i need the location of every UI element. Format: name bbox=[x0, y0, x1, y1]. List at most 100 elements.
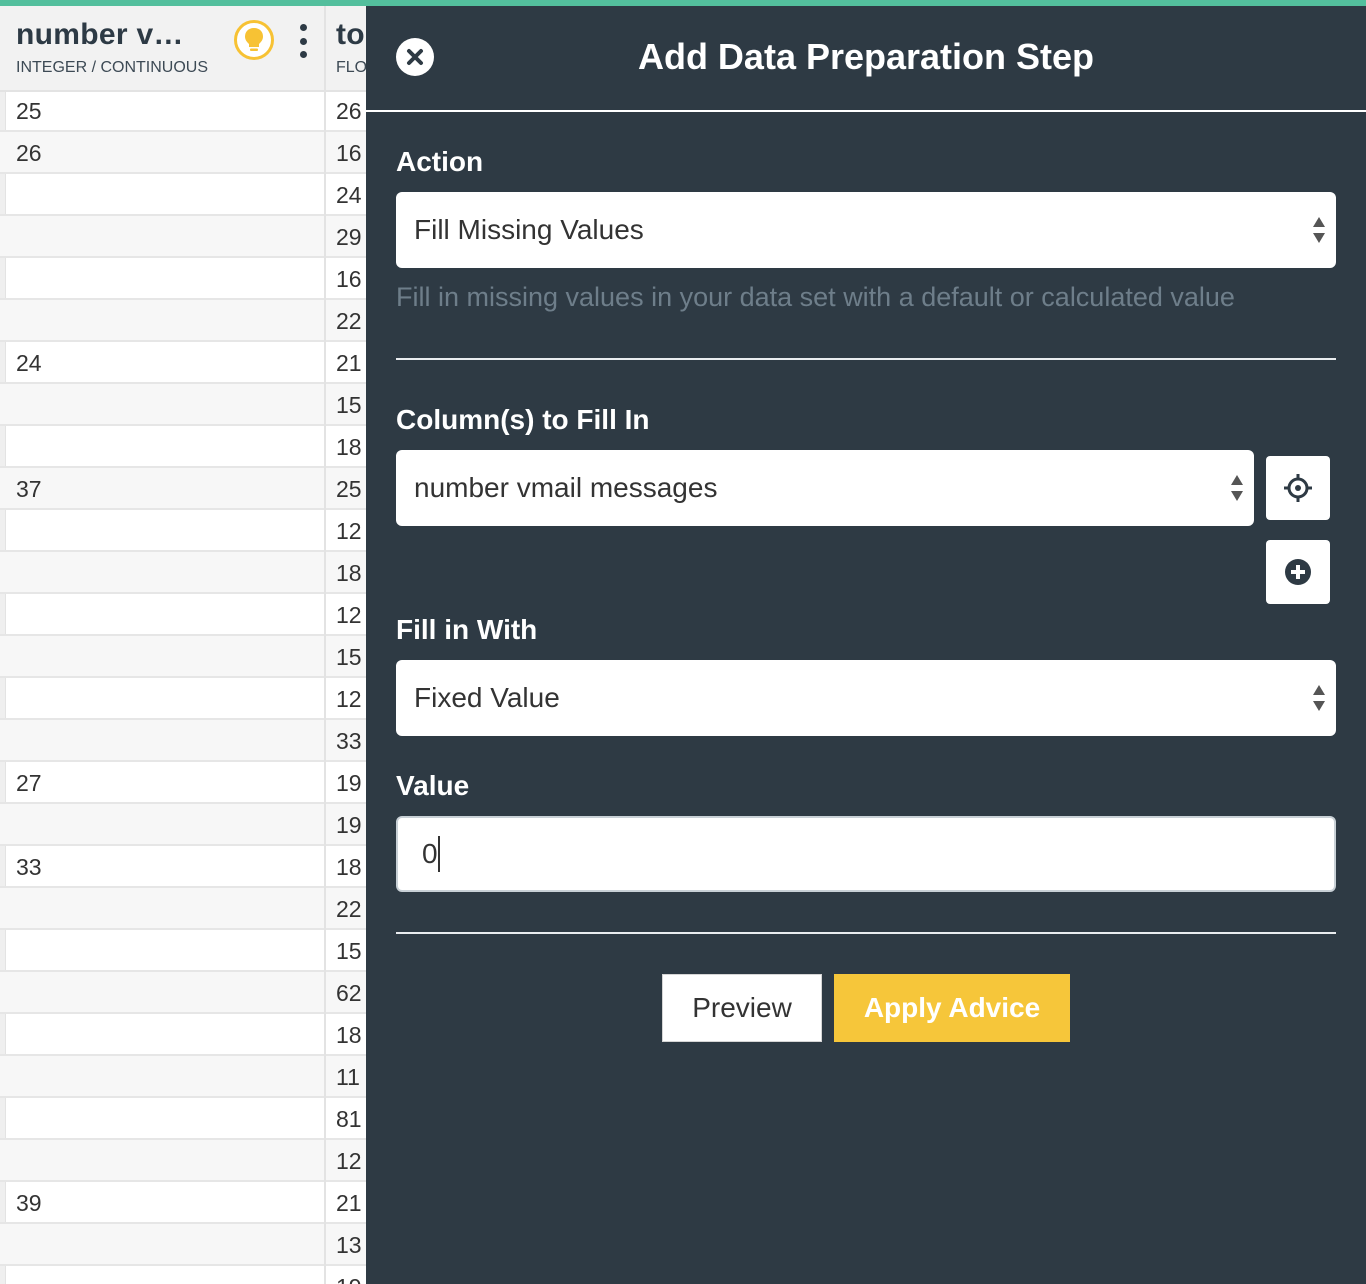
table-row: 22 bbox=[0, 300, 366, 342]
value-label: Value bbox=[396, 770, 470, 801]
panel-title: Add Data Preparation Step bbox=[366, 36, 1366, 78]
table-row: 62 bbox=[0, 972, 366, 1014]
table-cell: 18 bbox=[336, 560, 362, 586]
preview-button[interactable]: Preview bbox=[662, 974, 822, 1042]
table-cell: 81 bbox=[336, 1106, 362, 1132]
table-row: 33 bbox=[0, 720, 366, 762]
table-cell: 19 bbox=[336, 1274, 362, 1284]
table-cell: 11 bbox=[336, 1064, 360, 1090]
plus-circle-icon bbox=[1285, 559, 1311, 585]
value-input[interactable]: 0 bbox=[396, 816, 1336, 892]
data-grid: number v… INTEGER / CONTINUOUS to FLO 25… bbox=[0, 0, 366, 1284]
table-row: 15 bbox=[0, 930, 366, 972]
columns-label: Column(s) to Fill In bbox=[396, 404, 650, 435]
table-row: 13 bbox=[0, 1224, 366, 1266]
table-cell: 19 bbox=[336, 770, 362, 796]
table-cell: 18 bbox=[336, 434, 362, 460]
table-row: 12 bbox=[0, 1140, 366, 1182]
lightbulb-icon[interactable] bbox=[234, 20, 274, 60]
table-row: 37 25 bbox=[0, 468, 366, 510]
columns-select-value: number vmail messages bbox=[414, 472, 718, 503]
column-type: FLO bbox=[336, 59, 366, 76]
table-cell: 33 bbox=[16, 854, 42, 880]
table-row: 15 bbox=[0, 636, 366, 678]
table-cell: 21 bbox=[336, 350, 362, 376]
table-row: 16 bbox=[0, 258, 366, 300]
grid-body: 25 26 26 16 24 29 16 22 24 21 15 18 37 25 12 18 12 15 12 33… bbox=[0, 90, 366, 1284]
panel-header: Add Data Preparation Step bbox=[366, 6, 1366, 112]
table-row: 18 bbox=[0, 426, 366, 468]
table-cell: 39 bbox=[16, 1190, 42, 1216]
column-menu-icon[interactable] bbox=[298, 24, 308, 58]
table-row: 29 bbox=[0, 216, 366, 258]
table-cell: 22 bbox=[336, 896, 362, 922]
action-help-text: Fill in missing values in your data set … bbox=[396, 282, 1235, 312]
table-row: 24 21 bbox=[0, 342, 366, 384]
table-cell: 25 bbox=[336, 476, 362, 502]
select-arrows-icon bbox=[1313, 685, 1325, 711]
table-cell: 24 bbox=[16, 350, 42, 376]
table-cell: 12 bbox=[336, 518, 362, 544]
table-cell: 21 bbox=[336, 1190, 362, 1216]
table-cell: 12 bbox=[336, 686, 362, 712]
close-icon[interactable] bbox=[396, 38, 434, 76]
table-cell: 24 bbox=[336, 182, 362, 208]
section-divider bbox=[396, 358, 1336, 360]
column-header-total[interactable]: to FLO bbox=[326, 6, 366, 90]
crosshair-icon bbox=[1284, 474, 1312, 502]
table-cell: 13 bbox=[336, 1232, 362, 1258]
table-row: 12 bbox=[0, 594, 366, 636]
table-row: 18 bbox=[0, 552, 366, 594]
section-divider bbox=[396, 932, 1336, 934]
table-cell: 15 bbox=[336, 392, 362, 418]
action-label: Action bbox=[396, 146, 484, 177]
table-cell: 22 bbox=[336, 308, 362, 334]
table-cell: 33 bbox=[336, 728, 362, 754]
table-row: 12 bbox=[0, 510, 366, 552]
table-cell: 18 bbox=[336, 1022, 362, 1048]
table-row: 33 18 bbox=[0, 846, 366, 888]
table-row: 27 19 bbox=[0, 762, 366, 804]
table-cell: 19 bbox=[336, 812, 362, 838]
table-row: 22 bbox=[0, 888, 366, 930]
table-cell: 16 bbox=[336, 266, 362, 292]
table-cell: 18 bbox=[336, 854, 362, 880]
table-row: 39 21 bbox=[0, 1182, 366, 1224]
table-cell: 12 bbox=[336, 602, 362, 628]
column-title: to bbox=[336, 18, 365, 51]
table-row: 19 bbox=[0, 804, 366, 846]
table-cell: 62 bbox=[336, 980, 362, 1006]
text-caret bbox=[438, 836, 440, 872]
table-row: 24 bbox=[0, 174, 366, 216]
table-row: 81 bbox=[0, 1098, 366, 1140]
table-cell: 37 bbox=[16, 476, 42, 502]
table-cell: 16 bbox=[336, 140, 362, 166]
grid-header: number v… INTEGER / CONTINUOUS to FLO bbox=[0, 6, 366, 92]
add-step-panel: Add Data Preparation Step Action Fill Mi… bbox=[366, 6, 1366, 1284]
columns-select[interactable]: number vmail messages bbox=[396, 450, 1254, 526]
action-select[interactable]: Fill Missing Values bbox=[396, 192, 1336, 268]
column-header-number-vmail[interactable]: number v… INTEGER / CONTINUOUS bbox=[6, 6, 324, 90]
table-cell: 26 bbox=[336, 98, 362, 124]
column-divider bbox=[324, 0, 326, 1284]
table-row: 25 26 bbox=[0, 90, 366, 132]
top-accent-bar bbox=[0, 0, 1366, 6]
target-column-button[interactable] bbox=[1266, 456, 1330, 520]
column-type: INTEGER / CONTINUOUS bbox=[16, 59, 209, 76]
action-select-value: Fill Missing Values bbox=[414, 214, 644, 245]
table-row: 18 bbox=[0, 1014, 366, 1056]
table-row: 12 bbox=[0, 678, 366, 720]
value-input-text: 0 bbox=[422, 838, 438, 869]
fill-with-label: Fill in With bbox=[396, 614, 538, 645]
table-cell: 26 bbox=[16, 140, 42, 166]
select-arrows-icon bbox=[1231, 475, 1243, 501]
apply-advice-button[interactable]: Apply Advice bbox=[834, 974, 1070, 1042]
table-cell: 15 bbox=[336, 644, 362, 670]
table-row: 15 bbox=[0, 384, 366, 426]
table-row: 11 bbox=[0, 1056, 366, 1098]
fill-with-select[interactable]: Fixed Value bbox=[396, 660, 1336, 736]
add-column-button[interactable] bbox=[1266, 540, 1330, 604]
table-cell: 25 bbox=[16, 98, 42, 124]
table-cell: 29 bbox=[336, 224, 362, 250]
table-cell: 15 bbox=[336, 938, 362, 964]
